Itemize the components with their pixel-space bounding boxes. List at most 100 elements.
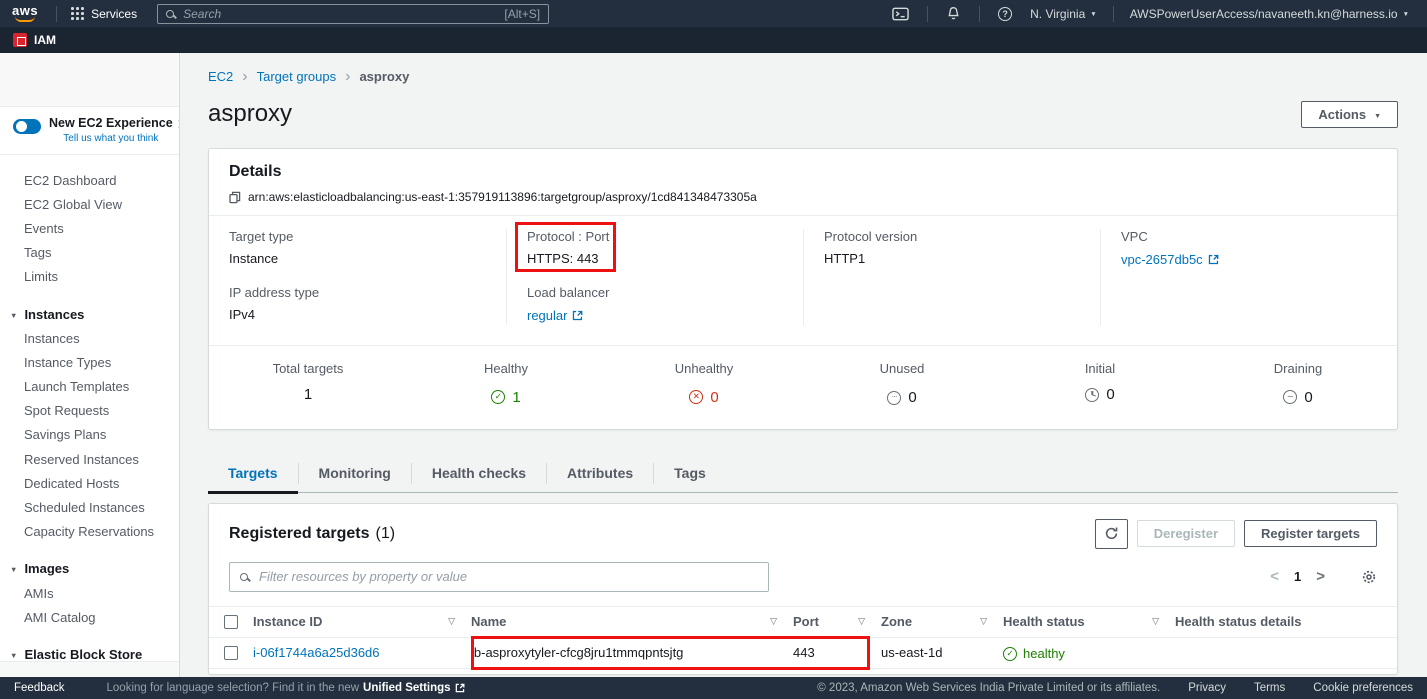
stat-draining: Draining 0 bbox=[1199, 361, 1397, 407]
ec2-sidebar: New EC2 Experience Tell us what you thin… bbox=[0, 53, 180, 677]
refresh-button[interactable] bbox=[1095, 519, 1128, 549]
notifications-bell-button[interactable] bbox=[936, 6, 971, 21]
tab-health-checks[interactable]: Health checks bbox=[412, 455, 546, 492]
cloudshell-button[interactable] bbox=[882, 7, 919, 21]
sidebar-item-ami-catalog[interactable]: AMI Catalog bbox=[0, 605, 179, 629]
sidebar-item-ec2-dashboard[interactable]: EC2 Dashboard bbox=[0, 168, 179, 192]
aws-logo[interactable]: aws bbox=[12, 5, 38, 22]
stat-unused: Unused 0 bbox=[803, 361, 1001, 407]
new-experience-toggle[interactable] bbox=[13, 119, 41, 134]
privacy-link[interactable]: Privacy bbox=[1188, 682, 1226, 694]
search-shortcut-hint: [Alt+S] bbox=[504, 7, 540, 21]
targets-filter-input[interactable] bbox=[257, 568, 758, 585]
tab-tags[interactable]: Tags bbox=[654, 455, 726, 492]
filter-funnel-icon[interactable] bbox=[448, 617, 455, 627]
sidebar-item-ec2-global-view[interactable]: EC2 Global View bbox=[0, 192, 179, 216]
sidebar-item-savings-plans[interactable]: Savings Plans bbox=[0, 423, 179, 447]
field-protocol-port: Protocol : Port HTTPS: 443 bbox=[527, 229, 783, 266]
column-header-port[interactable]: Port bbox=[793, 614, 881, 629]
terms-link[interactable]: Terms bbox=[1254, 682, 1285, 694]
targets-filter-box[interactable] bbox=[229, 562, 769, 592]
external-link-icon bbox=[455, 683, 465, 693]
tab-targets[interactable]: Targets bbox=[208, 455, 298, 492]
row-checkbox[interactable] bbox=[224, 646, 238, 660]
sidebar-section-elastic-block-store[interactable]: Elastic Block Store bbox=[0, 642, 179, 661]
top-navigation-bar: aws Services [Alt+S] N. Virginia AWSPow bbox=[0, 0, 1427, 27]
breadcrumb: EC2 Target groups asproxy bbox=[208, 68, 1398, 84]
instance-id-link[interactable]: i-06f1744a6a25d36d6 bbox=[253, 645, 380, 660]
vpc-link[interactable]: vpc-2657db5c bbox=[1121, 252, 1219, 267]
target-health-summary: Total targets 1 Healthy 1 Unhealthy 0 Un… bbox=[209, 346, 1397, 429]
target-port-cell: 443 bbox=[793, 645, 881, 660]
search-icon bbox=[240, 573, 248, 581]
previous-page-chevron[interactable]: < bbox=[1270, 569, 1279, 584]
tab-attributes[interactable]: Attributes bbox=[547, 455, 653, 492]
filter-funnel-icon[interactable] bbox=[1152, 617, 1159, 627]
global-search-input[interactable] bbox=[181, 6, 497, 22]
load-balancer-link[interactable]: regular bbox=[527, 308, 583, 323]
external-link-icon bbox=[1208, 254, 1219, 265]
favorites-iam-link[interactable]: IAM bbox=[34, 33, 56, 47]
sidebar-item-capacity-reservations[interactable]: Capacity Reservations bbox=[0, 520, 179, 544]
column-header-zone[interactable]: Zone bbox=[881, 614, 1003, 629]
register-targets-button[interactable]: Register targets bbox=[1244, 520, 1377, 547]
help-button[interactable] bbox=[988, 7, 1022, 21]
feedback-link[interactable]: Tell us what you think bbox=[63, 133, 158, 144]
region-selector[interactable]: N. Virginia bbox=[1022, 7, 1105, 21]
stat-total-targets: Total targets 1 bbox=[209, 361, 407, 407]
services-menu-button[interactable]: Services bbox=[65, 7, 143, 21]
tab-bar: Targets Monitoring Health checks Attribu… bbox=[208, 455, 1398, 493]
next-page-chevron[interactable]: > bbox=[1316, 569, 1325, 584]
global-search-box[interactable]: [Alt+S] bbox=[157, 4, 549, 24]
actions-button[interactable]: Actions bbox=[1301, 101, 1398, 128]
sidebar-section-instances[interactable]: Instances bbox=[0, 302, 179, 326]
cookie-preferences-link[interactable]: Cookie preferences bbox=[1313, 682, 1413, 694]
sidebar-item-limits[interactable]: Limits bbox=[0, 265, 179, 289]
ellipsis-circle-icon bbox=[887, 391, 901, 405]
unified-settings-link[interactable]: Unified Settings bbox=[363, 682, 465, 694]
column-header-name[interactable]: Name bbox=[471, 614, 793, 629]
account-menu[interactable]: AWSPowerUserAccess/navaneeth.kn@harness.… bbox=[1122, 7, 1417, 21]
deregister-button[interactable]: Deregister bbox=[1137, 520, 1235, 547]
select-all-checkbox[interactable] bbox=[224, 615, 238, 629]
sidebar-item-instances[interactable]: Instances bbox=[0, 326, 179, 350]
column-header-instance-id[interactable]: Instance ID bbox=[253, 614, 471, 629]
sidebar-section-images[interactable]: Images bbox=[0, 557, 179, 581]
sidebar-item-events[interactable]: Events bbox=[0, 216, 179, 240]
breadcrumb-ec2[interactable]: EC2 bbox=[208, 69, 233, 84]
gear-icon bbox=[1361, 569, 1377, 585]
sidebar-item-instance-types[interactable]: Instance Types bbox=[0, 350, 179, 374]
sidebar-item-spot-requests[interactable]: Spot Requests bbox=[0, 399, 179, 423]
filter-funnel-icon[interactable] bbox=[858, 617, 865, 627]
chevron-right-icon bbox=[242, 68, 247, 84]
table-settings-button[interactable] bbox=[1361, 569, 1377, 585]
sidebar-item-launch-templates[interactable]: Launch Templates bbox=[0, 375, 179, 399]
filter-funnel-icon[interactable] bbox=[770, 617, 777, 627]
filter-funnel-icon[interactable] bbox=[980, 617, 987, 627]
clock-circle-icon bbox=[1085, 388, 1099, 402]
registered-targets-panel: Registered targets (1) Deregister Regist… bbox=[208, 503, 1398, 675]
check-circle-icon bbox=[1003, 647, 1017, 661]
sidebar-item-scheduled-instances[interactable]: Scheduled Instances bbox=[0, 495, 179, 519]
feedback-link[interactable]: Feedback bbox=[14, 682, 65, 694]
page-number[interactable]: 1 bbox=[1294, 569, 1301, 584]
copy-icon[interactable] bbox=[229, 191, 241, 204]
stat-initial: Initial 0 bbox=[1001, 361, 1199, 407]
field-load-balancer: Load balancer regular bbox=[527, 285, 783, 325]
target-name-cell: lb-asproxytyler-cfcg8jru1tmmqpntsjtg bbox=[471, 645, 793, 660]
divider bbox=[1113, 6, 1114, 22]
sidebar-item-amis[interactable]: AMIs bbox=[0, 581, 179, 605]
sidebar-item-dedicated-hosts[interactable]: Dedicated Hosts bbox=[0, 471, 179, 495]
iam-service-icon[interactable] bbox=[13, 33, 27, 47]
registered-targets-count: (1) bbox=[376, 525, 396, 543]
new-experience-label: New EC2 Experience bbox=[49, 116, 173, 130]
aws-smile-icon bbox=[15, 16, 35, 22]
sidebar-item-reserved-instances[interactable]: Reserved Instances bbox=[0, 447, 179, 471]
language-selection-note: Looking for language selection? Find it … bbox=[107, 682, 465, 694]
tab-monitoring[interactable]: Monitoring bbox=[299, 455, 411, 492]
close-icon[interactable] bbox=[173, 116, 180, 132]
breadcrumb-target-groups[interactable]: Target groups bbox=[257, 69, 337, 84]
services-grid-icon bbox=[71, 7, 84, 20]
sidebar-item-tags[interactable]: Tags bbox=[0, 241, 179, 265]
column-header-health-status[interactable]: Health status bbox=[1003, 614, 1175, 629]
